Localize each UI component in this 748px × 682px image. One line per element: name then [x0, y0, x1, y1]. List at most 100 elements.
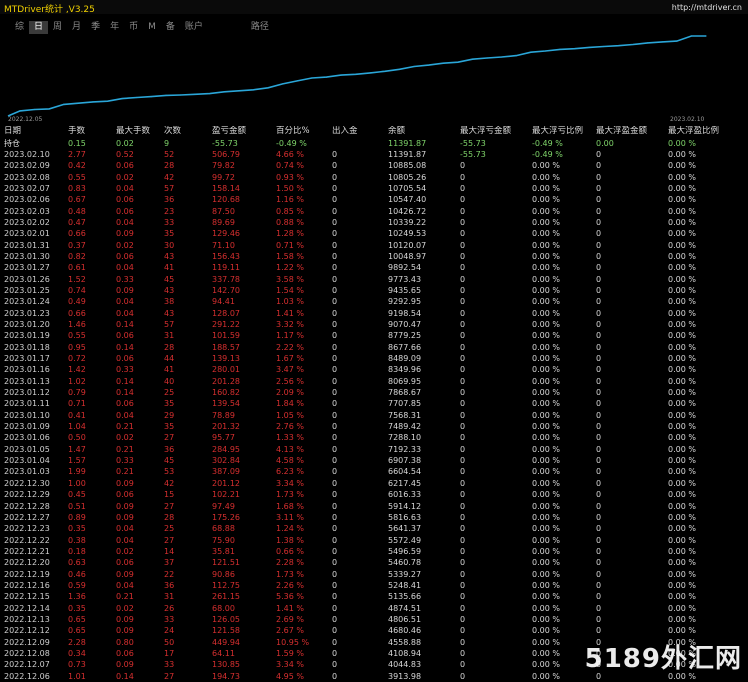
table-row[interactable]: 2023.01.13 1.02 0.14 40 201.28 2.56 % 0 8069.95…: [0, 376, 748, 387]
holding-cell: -55.73: [460, 138, 486, 148]
table-cell: 0: [332, 524, 338, 534]
table-row[interactable]: 2023.01.25 0.74 0.09 43 142.70 1.54 % 0 9435.65…: [0, 285, 748, 296]
table-row[interactable]: 2023.02.03 0.48 0.06 23 87.50 0.85 % 0 10426.72…: [0, 205, 748, 216]
table-row[interactable]: 2022.12.16 0.59 0.04 36 112.75 2.26 % 0 5248.41…: [0, 580, 748, 591]
table-row[interactable]: 2023.01.03 1.99 0.21 53 387.09 6.23 % 0 6604.54…: [0, 466, 748, 477]
table-cell: 0.00 %: [668, 399, 696, 409]
table-cell: 1.16 %: [276, 195, 304, 205]
table-cell: 0.00 %: [668, 308, 696, 318]
table-row[interactable]: 2023.01.24 0.49 0.04 38 94.41 1.03 % 0 9292.95 0…: [0, 296, 748, 307]
table-row[interactable]: 2022.12.15 1.36 0.21 31 261.15 5.36 % 0 5135.66…: [0, 591, 748, 602]
table-row[interactable]: 2023.01.31 0.37 0.02 30 71.10 0.71 % 0 10120.07…: [0, 239, 748, 250]
table-row[interactable]: 2023.02.06 0.67 0.06 36 120.68 1.16 % 0 10547.4…: [0, 194, 748, 205]
table-row[interactable]: 2023.01.16 1.42 0.33 41 280.01 3.47 % 0 8349.96…: [0, 364, 748, 375]
equity-point-17: [267, 87, 269, 89]
table-cell: 5460.78: [388, 558, 422, 568]
column-header[interactable]: 最大浮亏比例: [528, 126, 592, 137]
tab-1[interactable]: 日: [29, 20, 49, 34]
table-cell: 102.21: [212, 490, 240, 500]
table-row[interactable]: 2023.01.04 1.57 0.33 45 302.84 4.58 % 0 6907.38…: [0, 455, 748, 466]
tab-9[interactable]: 账户: [180, 21, 208, 34]
table-row[interactable]: 2022.12.14 0.35 0.02 26 68.00 1.41 % 0 4874.51 0…: [0, 602, 748, 613]
table-row[interactable]: 2022.12.19 0.46 0.09 22 90.86 1.73 % 0 5339.27 0…: [0, 568, 748, 579]
table-row[interactable]: 2023.01.09 1.04 0.21 35 201.32 2.76 % 0 7489.42…: [0, 421, 748, 432]
table-row[interactable]: 2022.12.27 0.89 0.09 28 175.26 3.11 % 0 5816.63…: [0, 512, 748, 523]
table-cell: 0.00 %: [532, 354, 560, 364]
table-row[interactable]: 2023.01.17 0.72 0.06 44 139.13 1.67 % 0 8489.09…: [0, 353, 748, 364]
column-header[interactable]: 次数: [160, 126, 208, 137]
table-cell: 5135.66: [388, 592, 422, 602]
table-cell: 0: [332, 558, 338, 568]
table-cell: 2023.02.09: [4, 161, 50, 171]
column-header[interactable]: 最大浮盈金额: [592, 126, 664, 137]
tab-0[interactable]: 综: [10, 21, 29, 34]
tab-10[interactable]: 路径: [246, 21, 274, 34]
table-cell: 2022.12.13: [4, 614, 50, 624]
site-link[interactable]: http://mtdriver.cn: [672, 3, 742, 12]
table-cell: 0: [596, 354, 602, 364]
table-row[interactable]: 2023.02.09 0.42 0.06 28 79.82 0.74 % 0 10885.08…: [0, 160, 748, 171]
tab-2[interactable]: 周: [48, 21, 67, 34]
table-row[interactable]: 2022.12.21 0.18 0.02 14 35.81 0.66 % 0 5496.59 0…: [0, 546, 748, 557]
table-row[interactable]: 2022.12.30 1.00 0.09 42 201.12 3.34 % 0 6217.45…: [0, 478, 748, 489]
table-row[interactable]: 2023.01.18 0.95 0.14 28 188.57 2.22 % 0 8677.66…: [0, 342, 748, 353]
table-cell: 10885.08: [388, 161, 427, 171]
column-header[interactable]: 盈亏金额: [208, 126, 272, 137]
table-row[interactable]: 2023.01.23 0.66 0.04 43 128.07 1.41 % 0 9198.54…: [0, 308, 748, 319]
column-header[interactable]: 最大手数: [112, 126, 160, 137]
table-row[interactable]: 2022.12.22 0.38 0.04 27 75.90 1.38 % 0 5572.49 0…: [0, 534, 748, 545]
table-cell: 0.65: [68, 626, 86, 636]
table-cell: 7192.33: [388, 444, 422, 454]
table-cell: 2023.01.24: [4, 297, 50, 307]
table-row[interactable]: 2022.12.29 0.45 0.06 15 102.21 1.73 % 0 6016.33…: [0, 489, 748, 500]
table-cell: 10339.22: [388, 217, 427, 227]
table-row[interactable]: 2022.12.20 0.63 0.06 37 121.51 2.28 % 0 5460.78…: [0, 557, 748, 568]
title-bar: MTDriver统计 ,V3.25 http://mtdriver.cn: [0, 0, 748, 15]
table-cell: 1.67 %: [276, 354, 304, 364]
table-cell: 2023.01.16: [4, 365, 50, 375]
tab-6[interactable]: 币: [124, 21, 143, 34]
column-header[interactable]: 最大浮盈比例: [664, 126, 748, 137]
tab-4[interactable]: 季: [86, 21, 105, 34]
table-cell: 0.00 %: [668, 320, 696, 330]
table-row[interactable]: 2023.01.19 0.55 0.06 31 101.59 1.17 % 0 8779.25…: [0, 330, 748, 341]
tab-3[interactable]: 月: [67, 21, 86, 34]
holding-cell: 0.00: [596, 138, 614, 148]
holding-row[interactable]: 持仓 0.15 0.02 9 -55.73 -0.49 % 11391.87 -55.73 -0…: [0, 137, 748, 148]
table-row[interactable]: 2023.02.10 2.77 0.52 52 506.79 4.66 % 0 11391.8…: [0, 149, 748, 160]
table-row[interactable]: 2022.12.28 0.51 0.09 27 97.49 1.68 % 0 5914.12 0…: [0, 500, 748, 511]
column-header[interactable]: 出入金: [328, 126, 384, 137]
table-row[interactable]: 2023.02.02 0.47 0.04 33 89.69 0.88 % 0 10339.22…: [0, 217, 748, 228]
table-cell: 0.04: [116, 263, 134, 273]
table-row[interactable]: 2023.02.01 0.66 0.09 35 129.46 1.28 % 0 10249.5…: [0, 228, 748, 239]
table-row[interactable]: 2023.01.06 0.50 0.02 27 95.77 1.33 % 0 7288.10 0…: [0, 432, 748, 443]
equity-point-18: [282, 83, 284, 85]
column-header[interactable]: 余额: [384, 126, 456, 137]
table-cell: 0: [596, 297, 602, 307]
tab-8[interactable]: 备: [161, 21, 180, 34]
table-row[interactable]: 2023.01.20 1.46 0.14 57 291.22 3.32 % 0 9070.47…: [0, 319, 748, 330]
table-row[interactable]: 2023.01.27 0.61 0.04 41 119.11 1.22 % 0 9892.54…: [0, 262, 748, 273]
table-row[interactable]: 2023.01.26 1.52 0.33 45 337.78 3.58 % 0 9773.43…: [0, 273, 748, 284]
table-row[interactable]: 2023.01.10 0.41 0.04 29 78.89 1.05 % 0 7568.31 0…: [0, 410, 748, 421]
table-cell: 2022.12.16: [4, 580, 50, 590]
table-cell: 1.50 %: [276, 183, 304, 193]
column-header[interactable]: 日期: [0, 126, 64, 137]
table-row[interactable]: 2023.02.08 0.55 0.02 42 99.72 0.93 % 0 10805.26…: [0, 171, 748, 182]
table-row[interactable]: 2023.01.30 0.82 0.06 43 156.43 1.58 % 0 10048.9…: [0, 251, 748, 262]
table-row[interactable]: 2022.12.12 0.65 0.09 24 121.58 2.67 % 0 4680.46…: [0, 625, 748, 636]
table-row[interactable]: 2023.01.05 1.47 0.21 36 284.95 4.13 % 0 7192.33…: [0, 444, 748, 455]
table-cell: 2023.01.19: [4, 331, 50, 341]
table-row[interactable]: 2023.02.07 0.83 0.04 57 158.14 1.50 % 0 10705.5…: [0, 183, 748, 194]
tab-5[interactable]: 年: [105, 21, 124, 34]
table-cell: 0: [460, 320, 466, 330]
tab-7[interactable]: M: [143, 21, 161, 34]
table-row[interactable]: 2023.01.11 0.71 0.06 35 139.54 1.84 % 0 7707.85…: [0, 398, 748, 409]
table-row[interactable]: 2022.12.23 0.35 0.04 25 68.88 1.24 % 0 5641.37 0…: [0, 523, 748, 534]
column-header[interactable]: 最大浮亏金额: [456, 126, 528, 137]
table-row[interactable]: 2023.01.12 0.79 0.14 25 160.82 2.09 % 0 7868.67…: [0, 387, 748, 398]
table-row[interactable]: 2022.12.13 0.65 0.09 33 126.05 2.69 % 0 4806.51…: [0, 614, 748, 625]
table-cell: 0: [460, 637, 466, 647]
column-header[interactable]: 百分比%: [272, 126, 328, 137]
column-header[interactable]: 手数: [64, 126, 112, 137]
